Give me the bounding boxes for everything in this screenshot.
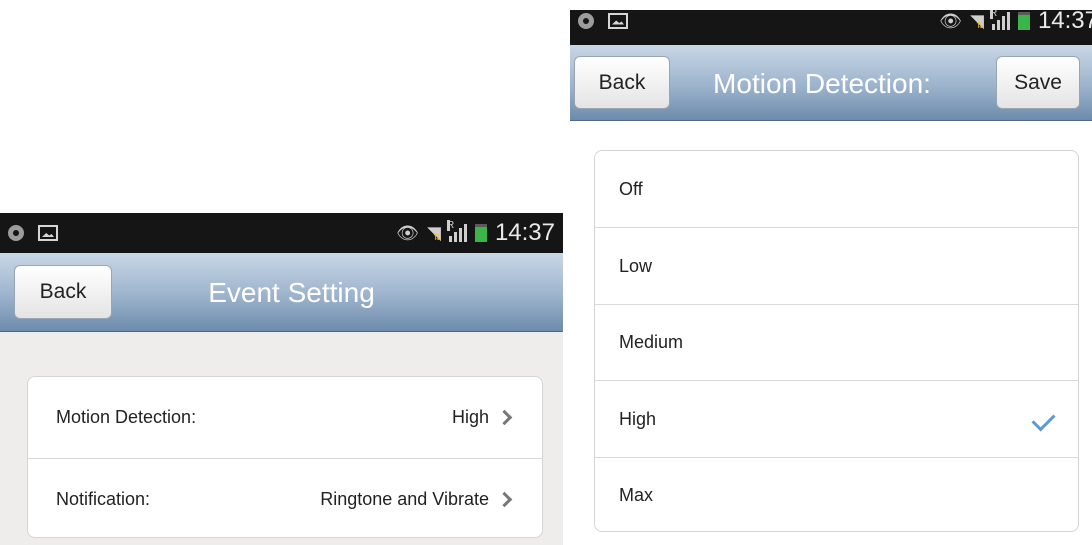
option-label: Low [619, 255, 653, 276]
chevron-right-icon [496, 409, 513, 426]
option-label: Off [619, 178, 643, 199]
motion-detection-screen: 👁 ◥ ⇅ R 14:37 Back Motion Detection: Save… [570, 10, 1092, 545]
checkmark-icon [1031, 406, 1056, 432]
option-high[interactable]: High [595, 380, 1078, 457]
settings-card: Motion Detection: High Notification: Rin… [27, 376, 543, 538]
save-button[interactable]: Save [996, 56, 1080, 109]
battery-icon [1017, 11, 1030, 30]
nav-bar: Back Event Setting [0, 253, 563, 332]
signal-icon: R [989, 10, 1010, 30]
event-setting-screen: 👁 ◥ ⇅ R 14:37 Back Event Setting Motion D… [0, 213, 563, 545]
notification-row[interactable]: Notification: Ringtone and Vibrate [28, 458, 542, 537]
status-bar: 👁 ◥ ⇅ R 14:37 [0, 213, 563, 253]
setting-label: Motion Detection: [56, 407, 197, 427]
status-bar: 👁 ◥ ⇅ R 14:37 [570, 10, 1092, 45]
eye-icon: 👁 [939, 10, 963, 31]
wifi-icon: ◥ ⇅ [427, 223, 441, 243]
option-label: Max [619, 485, 654, 505]
notification-icon [8, 225, 24, 241]
setting-value: High [451, 407, 489, 427]
options-card: Off Low Medium High Max [594, 150, 1079, 532]
option-low[interactable]: Low [595, 227, 1078, 304]
battery-icon [474, 224, 487, 242]
option-off[interactable]: Off [595, 151, 1078, 227]
nav-bar: Back Motion Detection: Save [570, 45, 1092, 121]
page-title: Event Setting [208, 277, 375, 308]
option-label: High [619, 408, 657, 429]
option-max[interactable]: Max [595, 457, 1078, 531]
chevron-right-icon [496, 491, 513, 507]
image-icon [608, 12, 628, 29]
option-medium[interactable]: Medium [595, 304, 1078, 380]
status-time: 14:37 [1037, 10, 1092, 34]
setting-value: Ringtone and Vibrate [320, 488, 489, 509]
image-icon [38, 225, 58, 241]
motion-detection-row[interactable]: Motion Detection: High [28, 377, 542, 458]
notification-icon [578, 12, 594, 29]
status-time: 14:37 [494, 219, 555, 246]
option-label: Medium [619, 332, 684, 352]
eye-icon: 👁 [396, 223, 420, 243]
signal-icon: R [446, 220, 467, 242]
setting-label: Notification: [56, 488, 151, 509]
wifi-icon: ◥ ⇅ [970, 10, 984, 31]
